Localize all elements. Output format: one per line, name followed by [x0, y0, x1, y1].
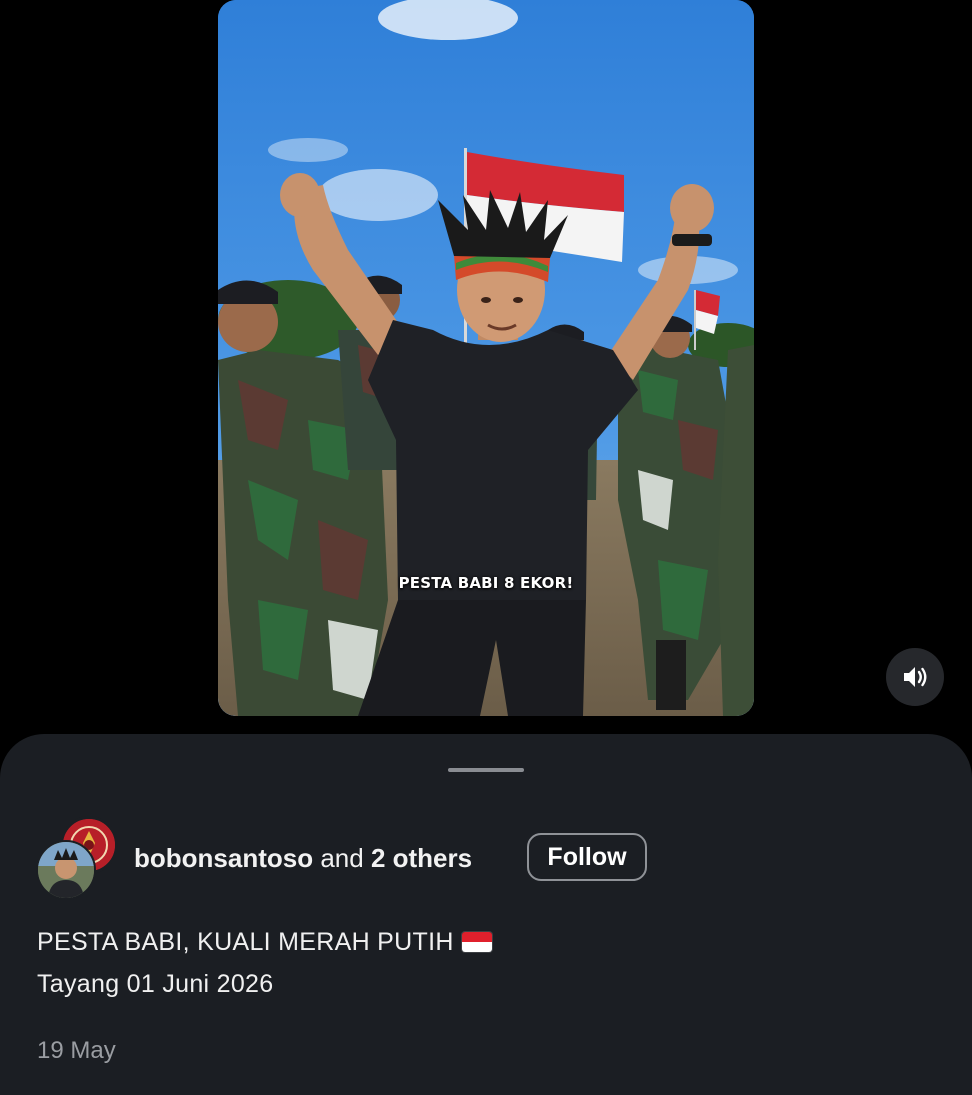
- follow-button[interactable]: Follow: [527, 833, 647, 881]
- author-avatar[interactable]: [36, 840, 96, 900]
- speaker-on-icon: [904, 667, 927, 687]
- author-username[interactable]: bobonsantoso: [134, 843, 313, 873]
- collaborators-link[interactable]: 2 others: [371, 843, 472, 873]
- sound-toggle-button[interactable]: [886, 648, 944, 706]
- reel-viewer: PESTA BABI 8 EKOR! bobonsantoso and 2 ot…: [0, 0, 972, 1095]
- author-names: bobonsantoso and 2 others: [134, 842, 472, 874]
- author-conjunction: and: [320, 843, 364, 873]
- post-caption-title: PESTA BABI, KUALI MERAH PUTIH: [37, 926, 492, 958]
- sheet-drag-handle[interactable]: [448, 768, 524, 772]
- video-caption-overlay: PESTA BABI 8 EKOR!: [398, 574, 574, 592]
- post-caption-subtitle: Tayang 01 Juni 2026: [37, 970, 274, 998]
- post-date: 19 May: [37, 1037, 116, 1064]
- indonesia-flag-icon: [461, 932, 492, 952]
- video-player[interactable]: PESTA BABI 8 EKOR!: [218, 0, 754, 716]
- author-row: bobonsantoso and 2 others Follow: [36, 816, 936, 900]
- post-caption-title-text: PESTA BABI, KUALI MERAH PUTIH: [37, 928, 454, 956]
- post-info-sheet: bobonsantoso and 2 others Follow PESTA B…: [0, 734, 972, 1095]
- video-frame: [218, 0, 754, 716]
